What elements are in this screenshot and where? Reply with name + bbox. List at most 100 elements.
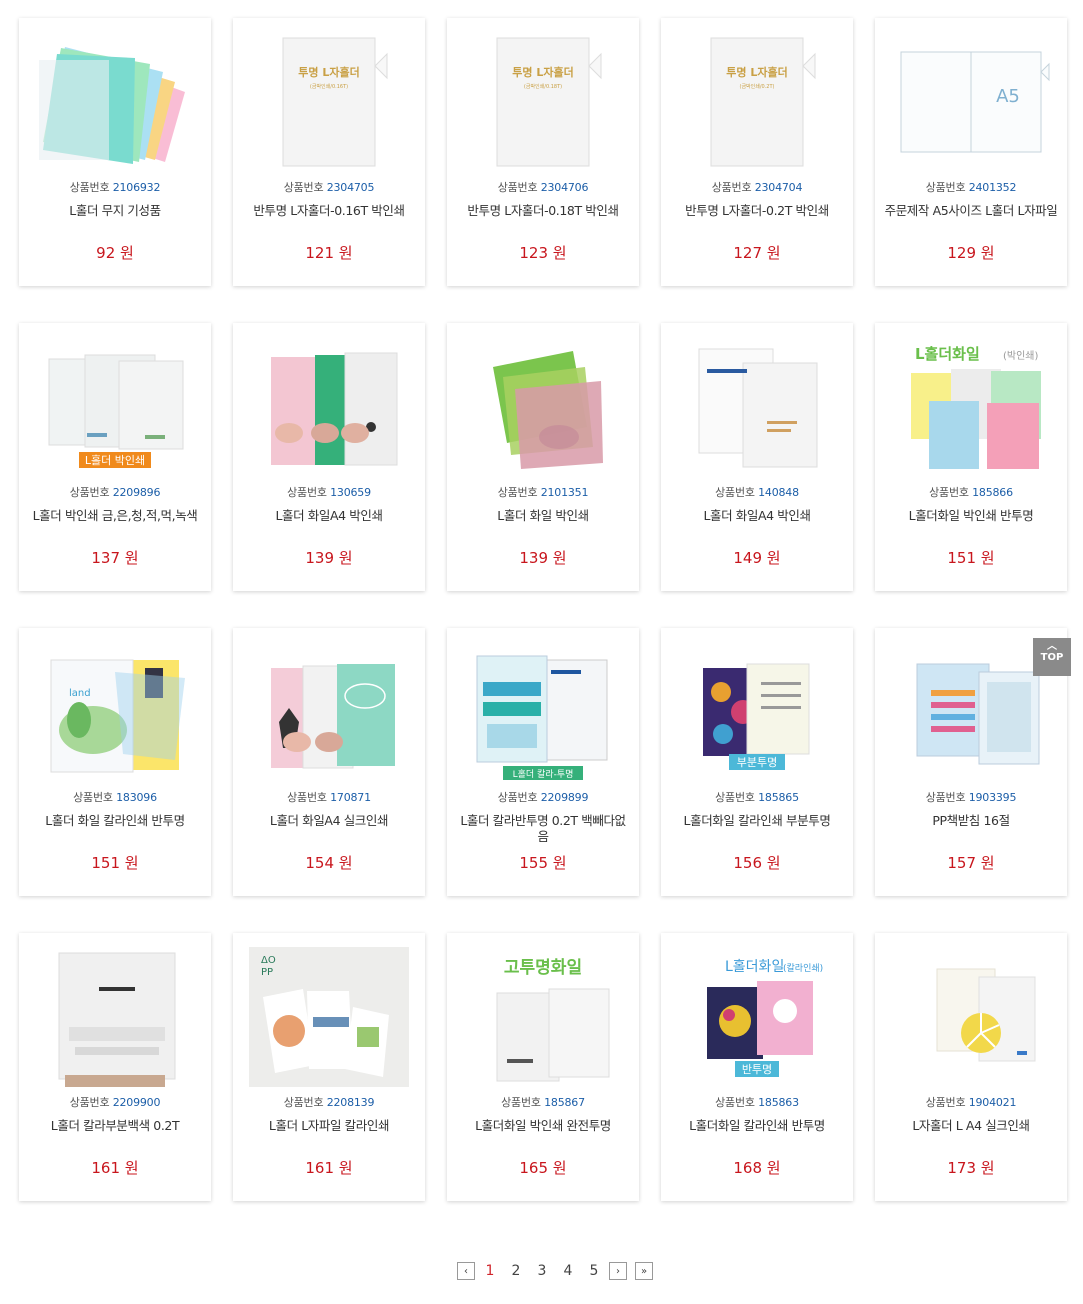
product-name[interactable]: L홀더화일 박인쇄 반투명	[883, 508, 1059, 524]
product-card[interactable]: L홀더화일 (칼라인쇄) 반투명 상품번호 185863 L홀더화일 칼라인쇄 …	[661, 933, 853, 1201]
product-image[interactable]: ΔO PP	[249, 947, 409, 1087]
image-title: L홀더화일	[725, 959, 784, 975]
chevron-left-icon: ‹	[464, 1265, 468, 1277]
image-subtitle: (칼라인쇄)	[783, 963, 823, 974]
product-image[interactable]	[891, 947, 1051, 1087]
product-card[interactable]: 상품번호 1904021 L자홀더 L A4 실크인쇄 173 원	[875, 933, 1067, 1201]
last-page-button[interactable]: »	[635, 1262, 653, 1280]
product-image[interactable]	[249, 642, 409, 782]
product-name[interactable]: L홀더 L자파일 칼라인쇄	[241, 1118, 417, 1134]
product-image[interactable]	[35, 947, 195, 1087]
product-image[interactable]	[463, 337, 623, 477]
product-code: 상품번호 1903395	[925, 791, 1017, 804]
scroll-top-button[interactable]: ︿ TOP	[1033, 638, 1071, 676]
image-title: L홀더화일	[915, 345, 980, 363]
product-image[interactable]: 고투명화일	[463, 947, 623, 1087]
page-1[interactable]: 1	[477, 1263, 503, 1279]
product-image[interactable]: L홀더 박인쇄	[35, 337, 195, 477]
product-card[interactable]: L홀더화일 (박인쇄) 상품번호 185866 L홀더화일 박인쇄 반투명 15…	[875, 323, 1067, 591]
product-name[interactable]: 반투명 L자홀더-0.16T 박인쇄	[241, 203, 417, 219]
product-name[interactable]: L홀더 화일 칼라인쇄 반투명	[27, 813, 203, 829]
product-image[interactable]: A5	[891, 32, 1051, 172]
product-image[interactable]: L홀더 칼라-투명	[463, 642, 623, 782]
product-code: 상품번호 140848	[715, 486, 799, 499]
product-card[interactable]: 상품번호 2106932 L홀더 무지 기성품 92 원	[19, 18, 211, 286]
product-name[interactable]: L홀더화일 칼라인쇄 반투명	[669, 1118, 845, 1134]
product-image[interactable]	[891, 642, 1051, 782]
page-2[interactable]: 2	[503, 1263, 529, 1279]
product-image[interactable]: 부분투명	[677, 642, 837, 782]
image-badge: 반투명	[742, 1063, 772, 1076]
product-code: 상품번호 1904021	[925, 1096, 1017, 1109]
product-image[interactable]	[35, 32, 195, 172]
product-price: 151 원	[947, 549, 995, 567]
product-code: 상품번호 2209899	[497, 791, 589, 804]
product-code: 상품번호 2101351	[497, 486, 589, 499]
product-name[interactable]: L홀더 무지 기성품	[27, 203, 203, 219]
svg-text:land: land	[69, 688, 91, 699]
product-name[interactable]: L홀더 화일A4 박인쇄	[241, 508, 417, 524]
page-5[interactable]: 5	[581, 1263, 607, 1279]
product-price: 157 원	[947, 854, 995, 872]
product-card[interactable]: 상품번호 140848 L홀더 화일A4 박인쇄 149 원	[661, 323, 853, 591]
product-price: 161 원	[305, 1159, 353, 1177]
product-price: 168 원	[733, 1159, 781, 1177]
svg-text:PP: PP	[261, 967, 273, 978]
product-name[interactable]: L홀더화일 박인쇄 완전투명	[455, 1118, 631, 1134]
product-price: 154 원	[305, 854, 353, 872]
product-name[interactable]: L홀더 칼라부분백색 0.2T	[27, 1118, 203, 1134]
product-image[interactable]: 투명 L자홀더 (금박인쇄/0.2T)	[677, 32, 837, 172]
product-image[interactable]: L홀더화일 (칼라인쇄) 반투명	[677, 947, 837, 1087]
product-name[interactable]: L홀더 화일A4 박인쇄	[669, 508, 845, 524]
page-3[interactable]: 3	[529, 1263, 555, 1279]
product-name[interactable]: PP책받침 16절	[883, 813, 1059, 829]
product-image[interactable]	[677, 337, 837, 477]
product-code: 상품번호 2106932	[69, 181, 161, 194]
next-page-button[interactable]: ›	[609, 1262, 627, 1280]
product-card[interactable]: ΔO PP 상품번호 2208139 L홀더 L자파일 칼라인쇄 161 원	[233, 933, 425, 1201]
product-name[interactable]: L홀더 화일 박인쇄	[455, 508, 631, 524]
product-price: 92 원	[96, 244, 134, 262]
product-image[interactable]: land	[35, 642, 195, 782]
product-image[interactable]: 투명 L자홀더 (금박인쇄/0.18T)	[463, 32, 623, 172]
product-image[interactable]: L홀더화일 (박인쇄)	[891, 337, 1051, 477]
product-code: 상품번호 2401352	[925, 181, 1017, 194]
product-card[interactable]: L홀더 칼라-투명 상품번호 2209899 L홀더 칼라반투명 0.2T 백빼…	[447, 628, 639, 896]
product-card[interactable]: 부분투명 상품번호 185865 L홀더화일 칼라인쇄 부분투명 156 원	[661, 628, 853, 896]
product-card[interactable]: L홀더 박인쇄 상품번호 2209896 L홀더 박인쇄 금,은,청,적,먹,녹…	[19, 323, 211, 591]
product-name[interactable]: L홀더 박인쇄 금,은,청,적,먹,녹색	[27, 508, 203, 524]
product-name[interactable]: 반투명 L자홀더-0.2T 박인쇄	[669, 203, 845, 219]
product-name[interactable]: L홀더화일 칼라인쇄 부분투명	[669, 813, 845, 829]
product-card[interactable]: 상품번호 130659 L홀더 화일A4 박인쇄 139 원	[233, 323, 425, 591]
product-card[interactable]: 상품번호 170871 L홀더 화일A4 실크인쇄 154 원	[233, 628, 425, 896]
product-card[interactable]: 상품번호 2209900 L홀더 칼라부분백색 0.2T 161 원	[19, 933, 211, 1201]
product-name[interactable]: 반투명 L자홀더-0.18T 박인쇄	[455, 203, 631, 219]
product-code: 상품번호 2209896	[69, 486, 161, 499]
product-card[interactable]: 투명 L자홀더 (금박인쇄/0.2T) 상품번호 2304704 반투명 L자홀…	[661, 18, 853, 286]
product-image[interactable]	[249, 337, 409, 477]
prev-page-button[interactable]: ‹	[457, 1262, 475, 1280]
product-price: 173 원	[947, 1159, 995, 1177]
image-title: 투명 L자홀더	[298, 65, 359, 79]
product-price: 155 원	[519, 854, 567, 872]
product-name[interactable]: L자홀더 L A4 실크인쇄	[883, 1118, 1059, 1134]
product-card[interactable]: 투명 L자홀더 (금박인쇄/0.16T) 상품번호 2304705 반투명 L자…	[233, 18, 425, 286]
image-subtitle: (금박인쇄/0.2T)	[740, 83, 775, 90]
product-price: 139 원	[305, 549, 353, 567]
product-card[interactable]: A5 상품번호 2401352 주문제작 A5사이즈 L홀더 L자파일 129 …	[875, 18, 1067, 286]
product-card[interactable]: land 상품번호 183096 L홀더 화일 칼라인쇄 반투명 151 원	[19, 628, 211, 896]
product-name[interactable]: 주문제작 A5사이즈 L홀더 L자파일	[883, 203, 1059, 219]
product-code: 상품번호 2208139	[283, 1096, 375, 1109]
product-price: 123 원	[519, 244, 567, 262]
product-card[interactable]: 투명 L자홀더 (금박인쇄/0.18T) 상품번호 2304706 반투명 L자…	[447, 18, 639, 286]
product-name[interactable]: L홀더 칼라반투명 0.2T 백빼다없음	[455, 813, 631, 845]
product-price: 149 원	[733, 549, 781, 567]
product-image[interactable]: 투명 L자홀더 (금박인쇄/0.16T)	[249, 32, 409, 172]
page-4[interactable]: 4	[555, 1263, 581, 1279]
product-card[interactable]: 상품번호 2101351 L홀더 화일 박인쇄 139 원	[447, 323, 639, 591]
product-card[interactable]: 고투명화일 상품번호 185867 L홀더화일 박인쇄 완전투명 165 원	[447, 933, 639, 1201]
product-code: 상품번호 2304704	[711, 181, 803, 194]
double-chevron-right-icon: »	[640, 1265, 648, 1277]
product-price: 137 원	[91, 549, 139, 567]
product-name[interactable]: L홀더 화일A4 실크인쇄	[241, 813, 417, 829]
